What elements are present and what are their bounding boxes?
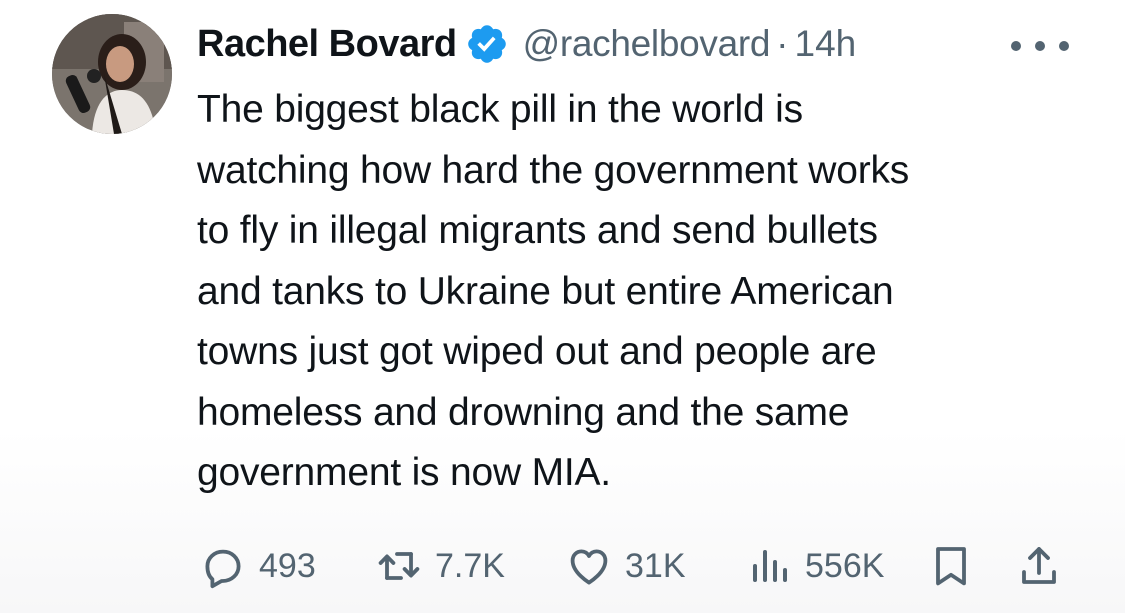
tweet-text-line: The biggest black pill in the world is (197, 88, 803, 131)
avatar[interactable] (52, 14, 172, 134)
bookmark-button[interactable] (927, 538, 975, 594)
more-dots-icon[interactable] (1011, 36, 1069, 56)
dot (1035, 41, 1045, 51)
verified-badge-icon[interactable] (465, 22, 509, 66)
tweet-text-line: government is now MIA. (197, 451, 611, 494)
author-handle[interactable]: @rachelbovard (523, 23, 771, 65)
share-icon (1015, 542, 1063, 590)
views-chart-icon (745, 542, 793, 590)
repost-icon (375, 542, 423, 590)
bookmark-icon (927, 542, 975, 590)
heart-icon (565, 542, 613, 590)
share-button[interactable] (1015, 538, 1063, 594)
post-time[interactable]: 14h (795, 23, 857, 65)
action-bar: 493 7.7K 31K 556K (197, 538, 1077, 594)
tweet-text: The biggest black pill in the world is w… (197, 80, 1077, 504)
author-name[interactable]: Rachel Bovard (197, 23, 457, 66)
views-button[interactable]: 556K (745, 538, 884, 594)
tweet-header: Rachel Bovard @rachelbovard · 14h (197, 18, 856, 70)
reply-count: 493 (259, 546, 316, 585)
like-button[interactable]: 31K (565, 538, 686, 594)
tweet-card[interactable]: Rachel Bovard @rachelbovard · 14h The bi… (0, 0, 1125, 613)
dot (1011, 41, 1021, 51)
dot (1059, 41, 1069, 51)
tweet-text-line: watching how hard the government works (197, 148, 910, 192)
reply-icon (199, 542, 247, 590)
time-separator: · (776, 23, 789, 64)
reply-button[interactable]: 493 (199, 538, 316, 594)
tweet-text-line: and tanks to Ukraine but entire American (197, 269, 894, 313)
repost-button[interactable]: 7.7K (375, 538, 505, 594)
tweet-text-line: towns just got wiped out and people are (197, 330, 877, 373)
views-count: 556K (805, 546, 885, 585)
tweet-text-line: to fly in illegal migrants and send bull… (197, 209, 878, 252)
like-count: 31K (625, 546, 686, 585)
repost-count: 7.7K (435, 546, 505, 585)
tweet-text-line: homeless and drowning and the same (197, 390, 850, 434)
